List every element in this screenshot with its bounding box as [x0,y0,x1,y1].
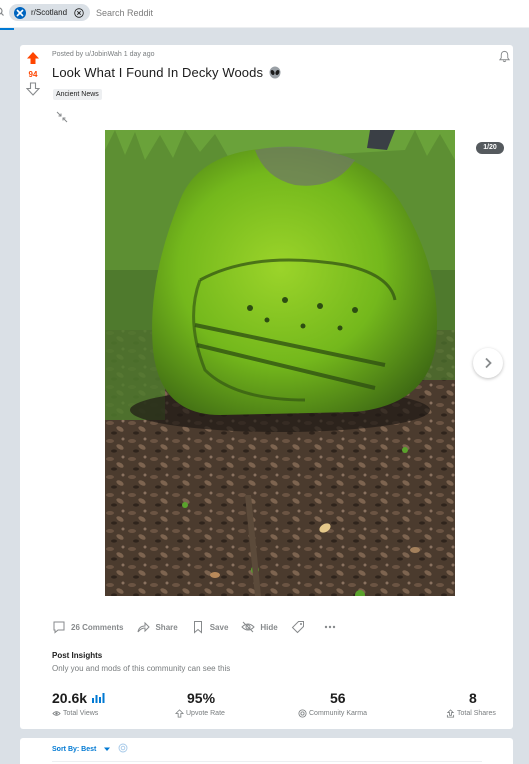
stat-total-shares: 8 Total Shares [446,690,496,718]
tag-icon [291,621,304,634]
stat-value: 20.6k [52,690,88,706]
stat-label: Total Shares [457,710,496,717]
comments-button[interactable]: 26 Comments [52,620,123,634]
search-icon [0,7,4,16]
hide-label: Hide [260,622,278,632]
stat-community-karma: 56 Community Karma [298,690,367,718]
sort-label: Sort By: Best [52,745,97,753]
search-input[interactable]: Search Reddit [96,8,153,18]
stat-label: Total Views [63,710,99,717]
top-search-bar: r/Scotland Search Reddit [0,0,529,28]
subreddit-icon [14,6,26,19]
post-title[interactable]: Look What I Found In Decky Woods [52,65,263,80]
upvote-outline-icon [175,709,184,718]
collapse-icon[interactable] [56,111,68,123]
stat-total-views: 20.6k Total Views [52,690,105,718]
share-button[interactable]: Share [136,620,178,634]
gallery-next-button[interactable] [473,348,503,378]
chevron-right-icon [485,357,492,369]
upvote-icon[interactable] [26,51,40,65]
close-icon[interactable] [74,7,84,18]
stat-label: Community Karma [309,710,367,717]
sort-dropdown[interactable]: Sort By: Best [52,744,112,754]
save-button[interactable]: Save [191,620,229,634]
more-options-button[interactable] [323,620,342,634]
stat-upvote-rate: 95% Upvote Rate [175,690,225,718]
save-label: Save [209,622,229,632]
karma-icon [298,709,307,718]
bell-icon[interactable] [498,50,511,63]
vote-column: 94 [20,45,48,105]
carved-stone-photo [105,130,455,596]
stat-value: 8 [469,690,477,706]
post-flair[interactable]: Ancient News [53,89,102,100]
divider [52,761,482,762]
share-icon [137,621,151,633]
hide-icon [241,621,256,633]
post-title-row: Look What I Found In Decky Woods [52,65,282,80]
alien-icon [269,66,281,78]
hide-button[interactable]: Hide [241,620,278,634]
comment-sort-card: Sort By: Best [20,738,513,764]
more-icon [324,625,335,629]
comment-icon [53,621,65,634]
community-chip-label: r/Scotland [31,8,68,17]
eye-icon [52,711,61,716]
chevron-down-icon [104,747,111,751]
bar-chart-icon[interactable] [91,692,105,704]
post-card: 94 Posted by u/JobinWah 1 day ago Look W… [20,45,513,729]
gallery-image[interactable] [105,130,455,596]
downvote-icon[interactable] [26,82,40,96]
save-icon [193,621,202,634]
community-filter-chip[interactable]: r/Scotland [9,4,90,21]
post-action-bar: 26 Comments Share Save Hide [52,617,355,637]
flair-tag-button[interactable] [291,620,310,634]
active-tab-indicator [0,28,14,30]
insights-subtitle: Only you and mods of this community can … [52,664,231,673]
share-label: Share [155,622,178,632]
share-stat-icon [446,709,455,718]
karma-icon[interactable] [118,743,128,753]
gallery-counter: 1/20 [476,142,504,154]
stat-value: 56 [330,690,346,706]
post-meta: Posted by u/JobinWah 1 day ago [52,51,155,58]
stat-value: 95% [187,690,216,706]
vote-score: 94 [28,70,38,79]
insights-title: Post Insights [52,651,103,660]
stat-label: Upvote Rate [186,710,225,717]
comments-label: 26 Comments [71,622,124,632]
